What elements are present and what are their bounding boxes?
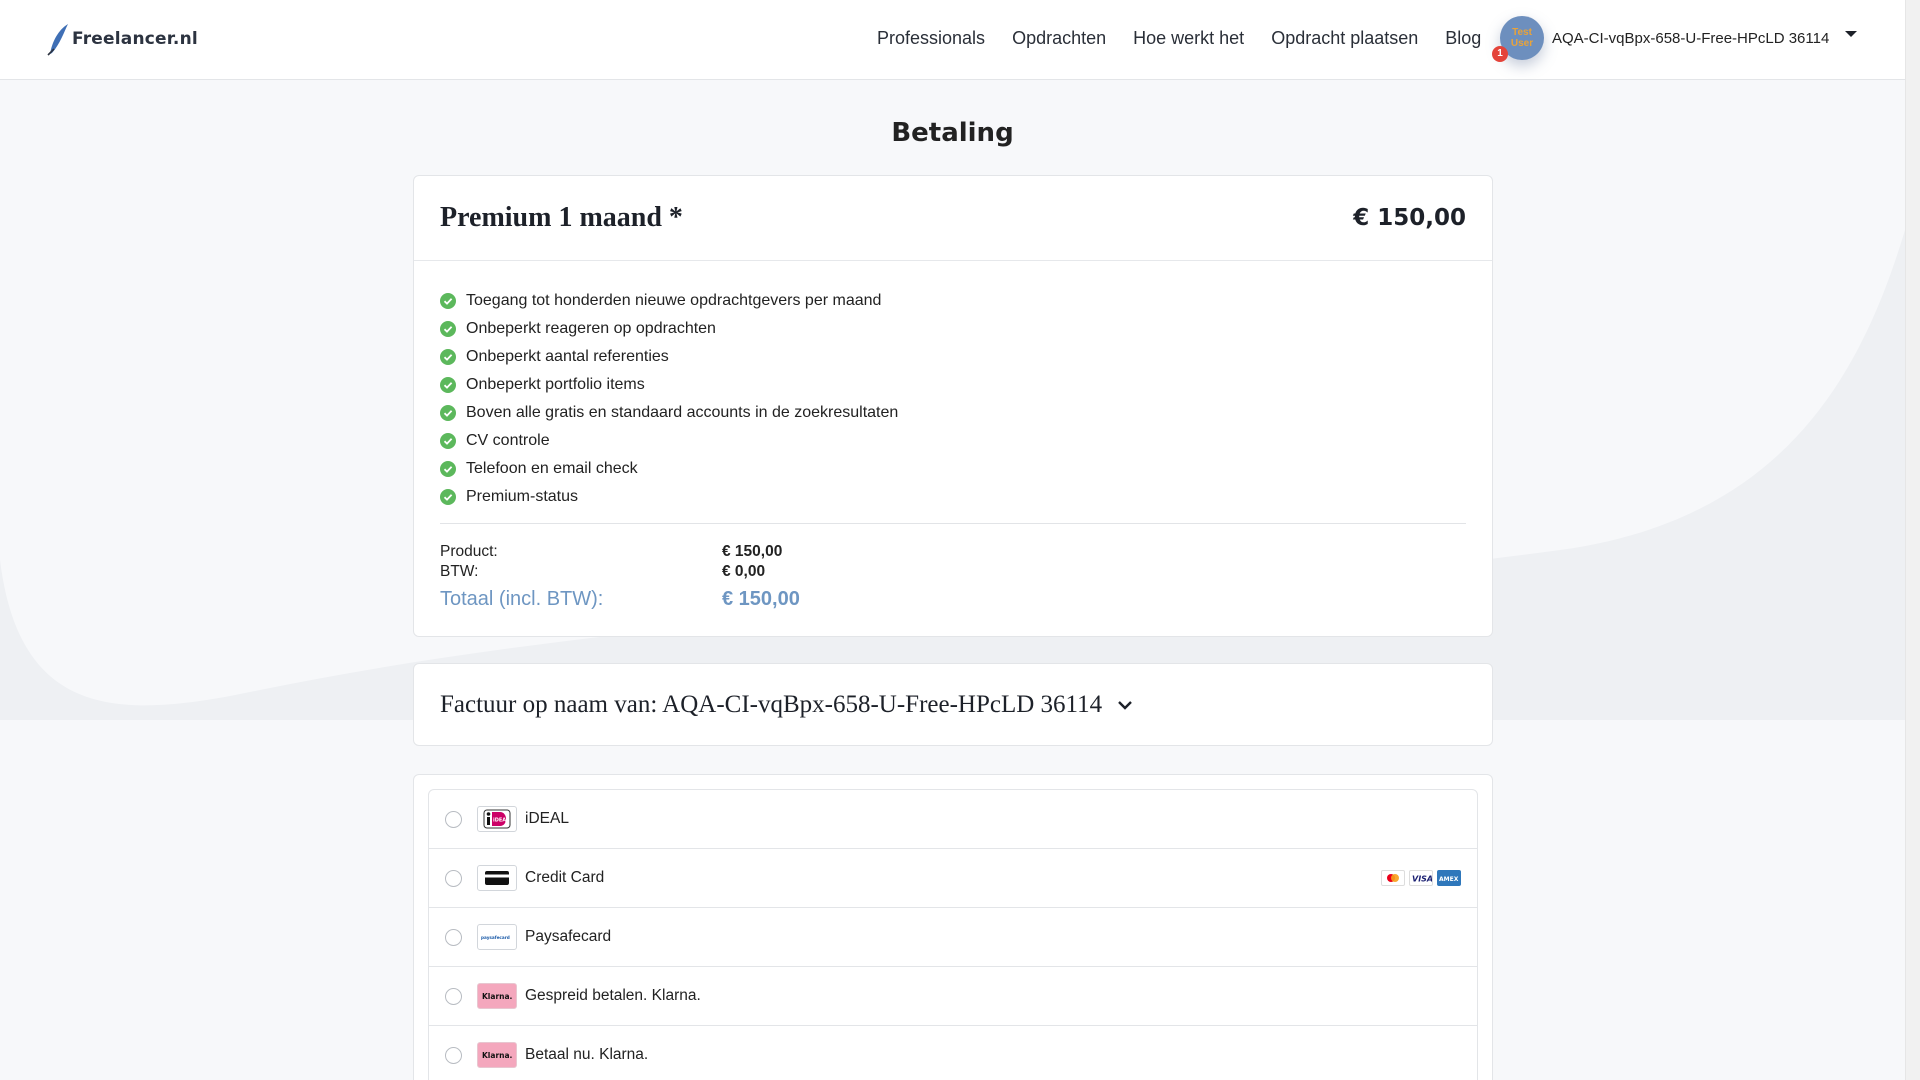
nav-professionals[interactable]: Professionals: [877, 28, 985, 49]
price-totals: Product: € 150,00 BTW: € 0,00 Totaal (in…: [414, 524, 1492, 616]
check-circle-icon: [440, 433, 456, 449]
feature-text: Premium-status: [466, 488, 579, 505]
total-value: € 150,00: [722, 587, 800, 610]
klarna-logo: Klarna.: [482, 992, 513, 1001]
payment-methods-card: iDEAL iDEAL Credit Card VISA AMEX paysaf…: [413, 774, 1493, 1080]
site-logo[interactable]: Freelancer.nl: [46, 22, 198, 56]
visa-icon: VISA: [1409, 870, 1433, 886]
radio-button[interactable]: [445, 928, 462, 946]
plan-price: € 150,00: [1353, 205, 1466, 231]
ideal-icon-text: iDEAL: [493, 818, 510, 824]
total-row: Totaal (incl. BTW): € 150,00: [440, 582, 1466, 616]
payment-method-klarna-installments[interactable]: Klarna. Gespreid betalen. Klarna.: [429, 967, 1477, 1026]
user-menu[interactable]: Test User 1 AQA-CI-vqBpx-658-U-Free-HPcL…: [1492, 16, 1859, 62]
total-label: Totaal (incl. BTW):: [440, 587, 604, 610]
avatar-text: Test User: [1511, 27, 1533, 49]
payment-method-klarna-pay-now[interactable]: Klarna. Betaal nu. Klarna.: [429, 1026, 1477, 1080]
feature-text: CV controle: [466, 432, 550, 449]
klarna-icon: Klarna.: [477, 1042, 517, 1068]
paysafecard-icon: paysafecard: [477, 924, 517, 950]
page-scrollbar[interactable]: [1905, 0, 1920, 1080]
invoice-name-selector[interactable]: Factuur op naam van: AQA-CI-vqBpx-658-U-…: [413, 663, 1493, 746]
payment-method-label: iDEAL: [525, 810, 569, 827]
vat-label: BTW:: [440, 563, 479, 580]
check-circle-icon: [440, 405, 456, 421]
logo-text: Freelancer.nl: [72, 29, 198, 49]
payment-method-ideal[interactable]: iDEAL iDEAL: [429, 790, 1477, 849]
list-item: Onbeperkt aantal referenties: [440, 343, 1466, 371]
paysafecard-icon-text: paysafecard: [481, 935, 510, 940]
vat-value: € 0,00: [722, 563, 766, 580]
avatar-text-line2: User: [1510, 38, 1534, 49]
klarna-icon: Klarna.: [477, 983, 517, 1009]
avatar[interactable]: Test User 1: [1492, 16, 1544, 62]
feature-text: Onbeperkt portfolio items: [466, 376, 645, 393]
list-item: Onbeperkt reageren op opdrachten: [440, 315, 1466, 343]
feature-text: Telefoon en email check: [466, 460, 638, 477]
check-circle-icon: [440, 489, 456, 505]
nav-hoe-werkt-het[interactable]: Hoe werkt het: [1133, 28, 1244, 49]
klarna-icon-text: Klarna.: [482, 992, 513, 1001]
klarna-icon-text: Klarna.: [482, 1051, 513, 1060]
payment-method-label: Paysafecard: [525, 928, 612, 945]
check-circle-icon: [440, 461, 456, 477]
list-item: Boven alle gratis en standaard accounts …: [440, 399, 1466, 427]
plan-header: Premium 1 maand * € 150,00: [414, 176, 1492, 261]
radio-button[interactable]: [445, 1046, 462, 1064]
credit-card-logo: [485, 871, 509, 885]
mastercard-icon: [1381, 870, 1405, 886]
product-row: Product: € 150,00: [440, 542, 1466, 562]
list-item: Toegang tot honderden nieuwe opdrachtgev…: [440, 287, 1466, 315]
ideal-icon: iDEAL: [477, 806, 517, 832]
radio-button[interactable]: [445, 869, 462, 887]
payment-method-paysafecard[interactable]: paysafecard Paysafecard: [429, 908, 1477, 967]
invoice-label: Factuur op naam van: AQA-CI-vqBpx-658-U-…: [440, 690, 1103, 718]
visa-icon-text: VISA: [1412, 875, 1432, 884]
list-item: Telefoon en email check: [440, 455, 1466, 483]
klarna-logo: Klarna.: [482, 1051, 513, 1060]
top-header: Freelancer.nl Professionals Opdrachten H…: [0, 0, 1905, 80]
plan-summary-card: Premium 1 maand * € 150,00 Toegang tot h…: [413, 175, 1493, 637]
paysafecard-logo: paysafecard: [481, 935, 510, 940]
list-item: Onbeperkt portfolio items: [440, 371, 1466, 399]
feature-text: Boven alle gratis en standaard accounts …: [466, 404, 899, 421]
plan-name: Premium 1 maand *: [440, 202, 683, 233]
radio-button[interactable]: [445, 810, 462, 828]
product-label: Product:: [440, 543, 498, 560]
notification-badge[interactable]: 1: [1492, 46, 1508, 62]
feature-text: Onbeperkt aantal referenties: [466, 348, 669, 365]
feature-text: Toegang tot honderden nieuwe opdrachtgev…: [466, 292, 882, 309]
feather-logo-icon: [47, 24, 68, 56]
check-circle-icon: [440, 293, 456, 309]
accepted-cards: VISA AMEX: [1377, 870, 1461, 886]
payment-method-list: iDEAL iDEAL Credit Card VISA AMEX paysaf…: [428, 789, 1478, 1080]
feature-list: Toegang tot honderden nieuwe opdrachtgev…: [414, 261, 1492, 511]
check-circle-icon: [440, 377, 456, 393]
check-circle-icon: [440, 349, 456, 365]
feature-text: Onbeperkt reageren op opdrachten: [466, 320, 716, 337]
amex-icon: AMEX: [1437, 870, 1461, 886]
ideal-logo: iDEAL: [483, 809, 511, 829]
list-item: Premium-status: [440, 483, 1466, 511]
nav-opdracht-plaatsen[interactable]: Opdracht plaatsen: [1271, 28, 1418, 49]
list-item: CV controle: [440, 427, 1466, 455]
radio-button[interactable]: [445, 987, 462, 1005]
user-name[interactable]: AQA-CI-vqBpx-658-U-Free-HPcLD 36114: [1552, 30, 1829, 47]
nav-blog[interactable]: Blog: [1445, 28, 1481, 49]
credit-card-icon: [477, 865, 517, 891]
payment-method-label: Gespreid betalen. Klarna.: [525, 987, 701, 1004]
avatar-text-line1: Test: [1512, 27, 1532, 38]
amex-icon-text: AMEX: [1439, 876, 1459, 883]
check-circle-icon: [440, 321, 456, 337]
payment-method-credit-card[interactable]: Credit Card VISA AMEX: [429, 849, 1477, 908]
chevron-down-icon[interactable]: [1116, 696, 1134, 714]
vat-row: BTW: € 0,00: [440, 562, 1466, 582]
product-value: € 150,00: [722, 543, 783, 560]
payment-method-label: Betaal nu. Klarna.: [525, 1046, 649, 1063]
page-title: Betaling: [891, 118, 1014, 148]
payment-method-label: Credit Card: [525, 869, 605, 886]
main-nav: Professionals Opdrachten Hoe werkt het O…: [877, 28, 1508, 49]
nav-opdrachten[interactable]: Opdrachten: [1012, 28, 1106, 49]
caret-down-icon[interactable]: [1843, 26, 1859, 42]
